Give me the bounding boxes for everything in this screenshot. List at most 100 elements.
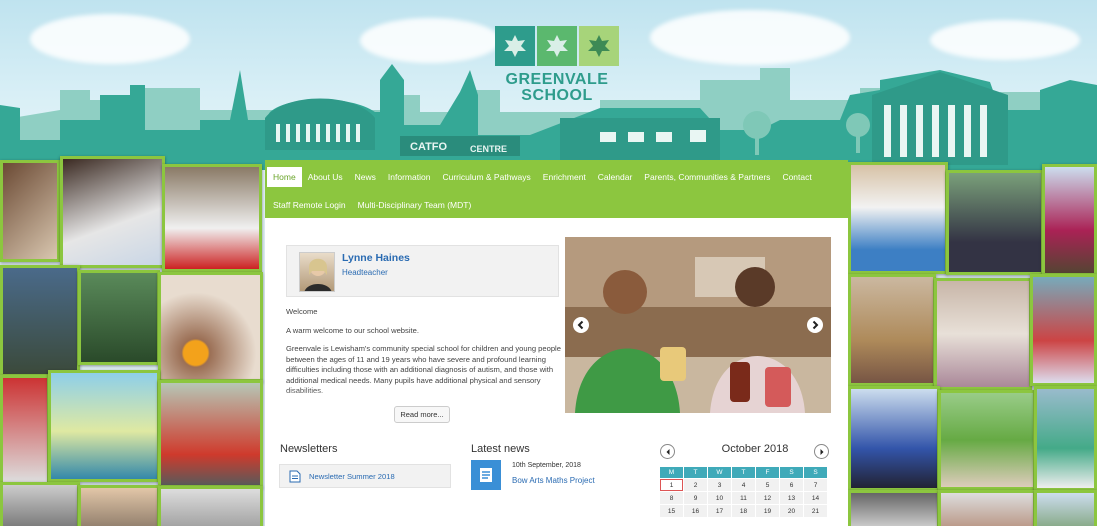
calendar-day[interactable]: 15 bbox=[660, 505, 683, 517]
nav-enrichment[interactable]: Enrichment bbox=[537, 167, 592, 187]
calendar-week-row: 15 16 17 18 19 20 21 bbox=[660, 505, 827, 517]
calendar-day[interactable]: 9 bbox=[684, 492, 707, 504]
calendar-day[interactable]: 4 bbox=[732, 479, 755, 491]
calendar-week-row: 8 9 10 11 12 13 14 bbox=[660, 492, 827, 504]
school-logo[interactable]: GREENVALE SCHOOL bbox=[492, 26, 622, 108]
calendar-week-row: 1 2 3 4 5 6 7 bbox=[660, 479, 827, 491]
calendar-day[interactable]: 14 bbox=[804, 492, 827, 504]
nav-home[interactable]: Home bbox=[267, 167, 302, 187]
news-headline-link[interactable]: Bow Arts Maths Project bbox=[512, 476, 595, 485]
collage-photo bbox=[934, 278, 1032, 390]
school-name-line2: SCHOOL bbox=[521, 87, 593, 104]
calendar-day-today[interactable]: 1 bbox=[660, 479, 683, 491]
calendar-day[interactable]: 8 bbox=[660, 492, 683, 504]
headteacher-name[interactable]: Lynne Haines bbox=[342, 252, 410, 264]
nav-contact[interactable]: Contact bbox=[776, 167, 817, 187]
nav-multi-disciplinary-team[interactable]: Multi-Disciplinary Team (MDT) bbox=[352, 195, 478, 215]
nav-calendar[interactable]: Calendar bbox=[592, 167, 639, 187]
weekday-label: M bbox=[660, 467, 683, 478]
collage-photo bbox=[158, 486, 263, 526]
weekday-label: T bbox=[732, 467, 755, 478]
newsletter-item[interactable]: Newsletter Summer 2018 bbox=[279, 464, 451, 488]
weekday-label: W bbox=[708, 467, 731, 478]
sign-text-2: CENTRE bbox=[470, 144, 507, 154]
welcome-intro: A warm welcome to our school website. bbox=[286, 325, 419, 335]
welcome-heading: Welcome bbox=[286, 307, 318, 316]
collage-photo bbox=[1034, 386, 1097, 491]
calendar-day[interactable]: 7 bbox=[804, 479, 827, 491]
chevron-left-icon bbox=[666, 448, 669, 455]
calendar-day[interactable]: 12 bbox=[756, 492, 779, 504]
photo-collage-left bbox=[0, 156, 265, 526]
chevron-right-icon bbox=[812, 320, 819, 330]
collage-photo bbox=[1030, 274, 1097, 386]
headteacher-role: Headteacher bbox=[342, 268, 388, 277]
main-content-panel: Home About Us News Information Curriculu… bbox=[265, 160, 848, 526]
collage-photo bbox=[162, 164, 262, 272]
newsletter-link[interactable]: Newsletter Summer 2018 bbox=[309, 472, 395, 481]
calendar-day[interactable]: 10 bbox=[708, 492, 731, 504]
headteacher-photo bbox=[299, 252, 335, 292]
headteacher-card[interactable]: Lynne Haines Headteacher bbox=[286, 245, 559, 297]
nav-row-secondary: Staff Remote Login Multi-Disciplinary Te… bbox=[267, 194, 846, 216]
slider-prev-button[interactable] bbox=[573, 317, 589, 333]
calendar-day[interactable]: 17 bbox=[708, 505, 731, 517]
calendar-day[interactable]: 16 bbox=[684, 505, 707, 517]
read-more-button[interactable]: Read more... bbox=[394, 406, 450, 423]
nav-staff-remote-login[interactable]: Staff Remote Login bbox=[267, 195, 352, 215]
collage-photo bbox=[848, 274, 936, 386]
nav-curriculum-pathways[interactable]: Curriculum & Pathways bbox=[436, 167, 536, 187]
collage-photo bbox=[0, 265, 80, 377]
calendar-day[interactable]: 5 bbox=[756, 479, 779, 491]
calendar-day[interactable]: 11 bbox=[732, 492, 755, 504]
nav-information[interactable]: Information bbox=[382, 167, 437, 187]
news-article-icon[interactable] bbox=[471, 460, 501, 490]
collage-photo bbox=[848, 490, 940, 526]
calendar-next-button[interactable] bbox=[814, 444, 829, 459]
news-date: 10th September, 2018 bbox=[512, 462, 581, 469]
weekday-label: F bbox=[756, 467, 779, 478]
calendar-day[interactable]: 19 bbox=[756, 505, 779, 517]
weekday-label: S bbox=[804, 467, 827, 478]
collage-photo bbox=[938, 490, 1036, 526]
sign-text-1: CATFO bbox=[410, 141, 448, 153]
calendar-grid: M T W T F S S 1 2 3 4 5 6 7 8 9 10 11 12… bbox=[659, 466, 828, 518]
newsletters-heading: Newsletters bbox=[280, 443, 338, 455]
calendar-day[interactable]: 2 bbox=[684, 479, 707, 491]
photo-collage-right bbox=[848, 160, 1097, 526]
collage-photo bbox=[848, 386, 940, 491]
main-navigation: Home About Us News Information Curriculu… bbox=[265, 160, 848, 218]
weekday-label: S bbox=[780, 467, 803, 478]
calendar-day[interactable]: 20 bbox=[780, 505, 803, 517]
calendar-day[interactable]: 21 bbox=[804, 505, 827, 517]
chevron-right-icon bbox=[820, 448, 823, 455]
collage-photo bbox=[0, 482, 80, 526]
collage-photo bbox=[158, 272, 263, 382]
latest-news-heading: Latest news bbox=[471, 443, 530, 455]
collage-photo bbox=[0, 375, 50, 485]
collage-photo bbox=[60, 156, 165, 268]
calendar-day[interactable]: 13 bbox=[780, 492, 803, 504]
collage-photo bbox=[0, 160, 60, 262]
collage-photo bbox=[78, 270, 160, 365]
collage-photo bbox=[158, 380, 263, 488]
calendar-day[interactable]: 6 bbox=[780, 479, 803, 491]
calendar-day[interactable]: 18 bbox=[732, 505, 755, 517]
chevron-left-icon bbox=[577, 320, 584, 330]
slider-next-button[interactable] bbox=[807, 317, 823, 333]
document-icon bbox=[289, 470, 301, 483]
nav-parents-communities-partners[interactable]: Parents, Communities & Partners bbox=[638, 167, 776, 187]
nav-row-primary: Home About Us News Information Curriculu… bbox=[267, 166, 846, 188]
nav-about-us[interactable]: About Us bbox=[302, 167, 349, 187]
nav-news[interactable]: News bbox=[349, 167, 382, 187]
calendar-month-title: October 2018 bbox=[721, 443, 789, 455]
leaf-icon bbox=[537, 26, 577, 66]
collage-photo bbox=[938, 390, 1036, 490]
school-name-line1: GREENVALE bbox=[505, 71, 609, 88]
collage-photo bbox=[848, 162, 948, 274]
calendar-prev-button[interactable] bbox=[660, 444, 675, 459]
collage-photo bbox=[78, 485, 160, 526]
slider-photo bbox=[565, 237, 831, 413]
calendar-day[interactable]: 3 bbox=[708, 479, 731, 491]
site-header: CATFO CENTRE GREENVALE SCHOOL bbox=[0, 0, 1097, 170]
